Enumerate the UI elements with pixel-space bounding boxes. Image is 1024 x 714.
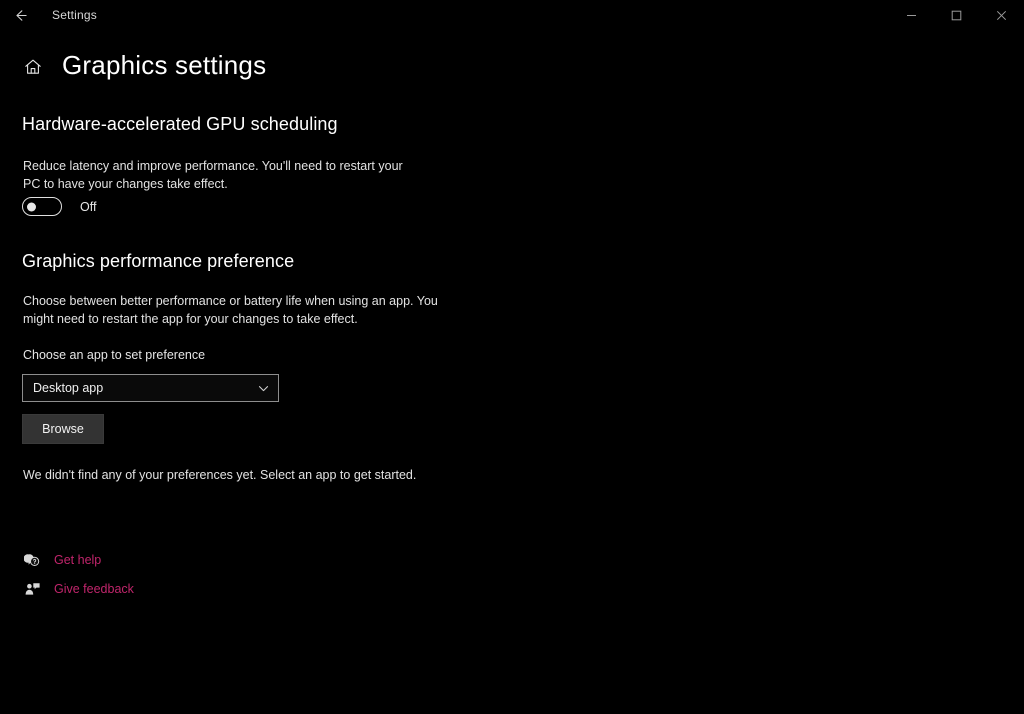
app-title: Settings — [52, 8, 97, 22]
minimize-button[interactable] — [889, 0, 934, 30]
gpu-scheduling-toggle-state: Off — [80, 199, 97, 214]
feedback-person-icon — [22, 581, 42, 598]
give-feedback-link[interactable]: Give feedback — [54, 582, 134, 596]
page-header: Graphics settings — [22, 50, 266, 80]
give-feedback-link-row[interactable]: Give feedback — [22, 577, 134, 601]
get-help-link-row[interactable]: Get help — [22, 548, 134, 572]
close-button[interactable] — [979, 0, 1024, 30]
maximize-button[interactable] — [934, 0, 979, 30]
toggle-knob — [27, 202, 36, 211]
gpu-scheduling-toggle-row: Off — [22, 197, 96, 216]
settings-window: Settings Graphics settings Hardware-acce… — [0, 0, 1024, 714]
browse-button[interactable]: Browse — [22, 414, 104, 444]
titlebar: Settings — [0, 0, 1024, 30]
back-button[interactable] — [0, 0, 40, 30]
performance-preference-description: Choose between better performance or bat… — [23, 294, 438, 326]
app-type-select-value: Desktop app — [33, 381, 104, 395]
app-type-select[interactable]: Desktop app — [22, 374, 279, 402]
window-controls — [889, 0, 1024, 30]
gpu-scheduling-toggle[interactable] — [22, 197, 62, 216]
get-help-link[interactable]: Get help — [54, 553, 101, 567]
chevron-down-icon — [257, 382, 270, 395]
performance-preference-heading: Graphics performance preference — [22, 251, 295, 271]
home-icon[interactable] — [22, 56, 44, 78]
no-preferences-message: We didn't find any of your preferences y… — [23, 468, 417, 482]
footer-links: Get help Give feedback — [22, 548, 134, 606]
gpu-scheduling-heading: Hardware-accelerated GPU scheduling — [22, 114, 338, 134]
gpu-scheduling-description: Reduce latency and improve performance. … — [23, 159, 403, 191]
app-picker-label: Choose an app to set preference — [23, 348, 206, 362]
help-question-bubble-icon — [22, 552, 42, 569]
page-title: Graphics settings — [62, 50, 267, 80]
